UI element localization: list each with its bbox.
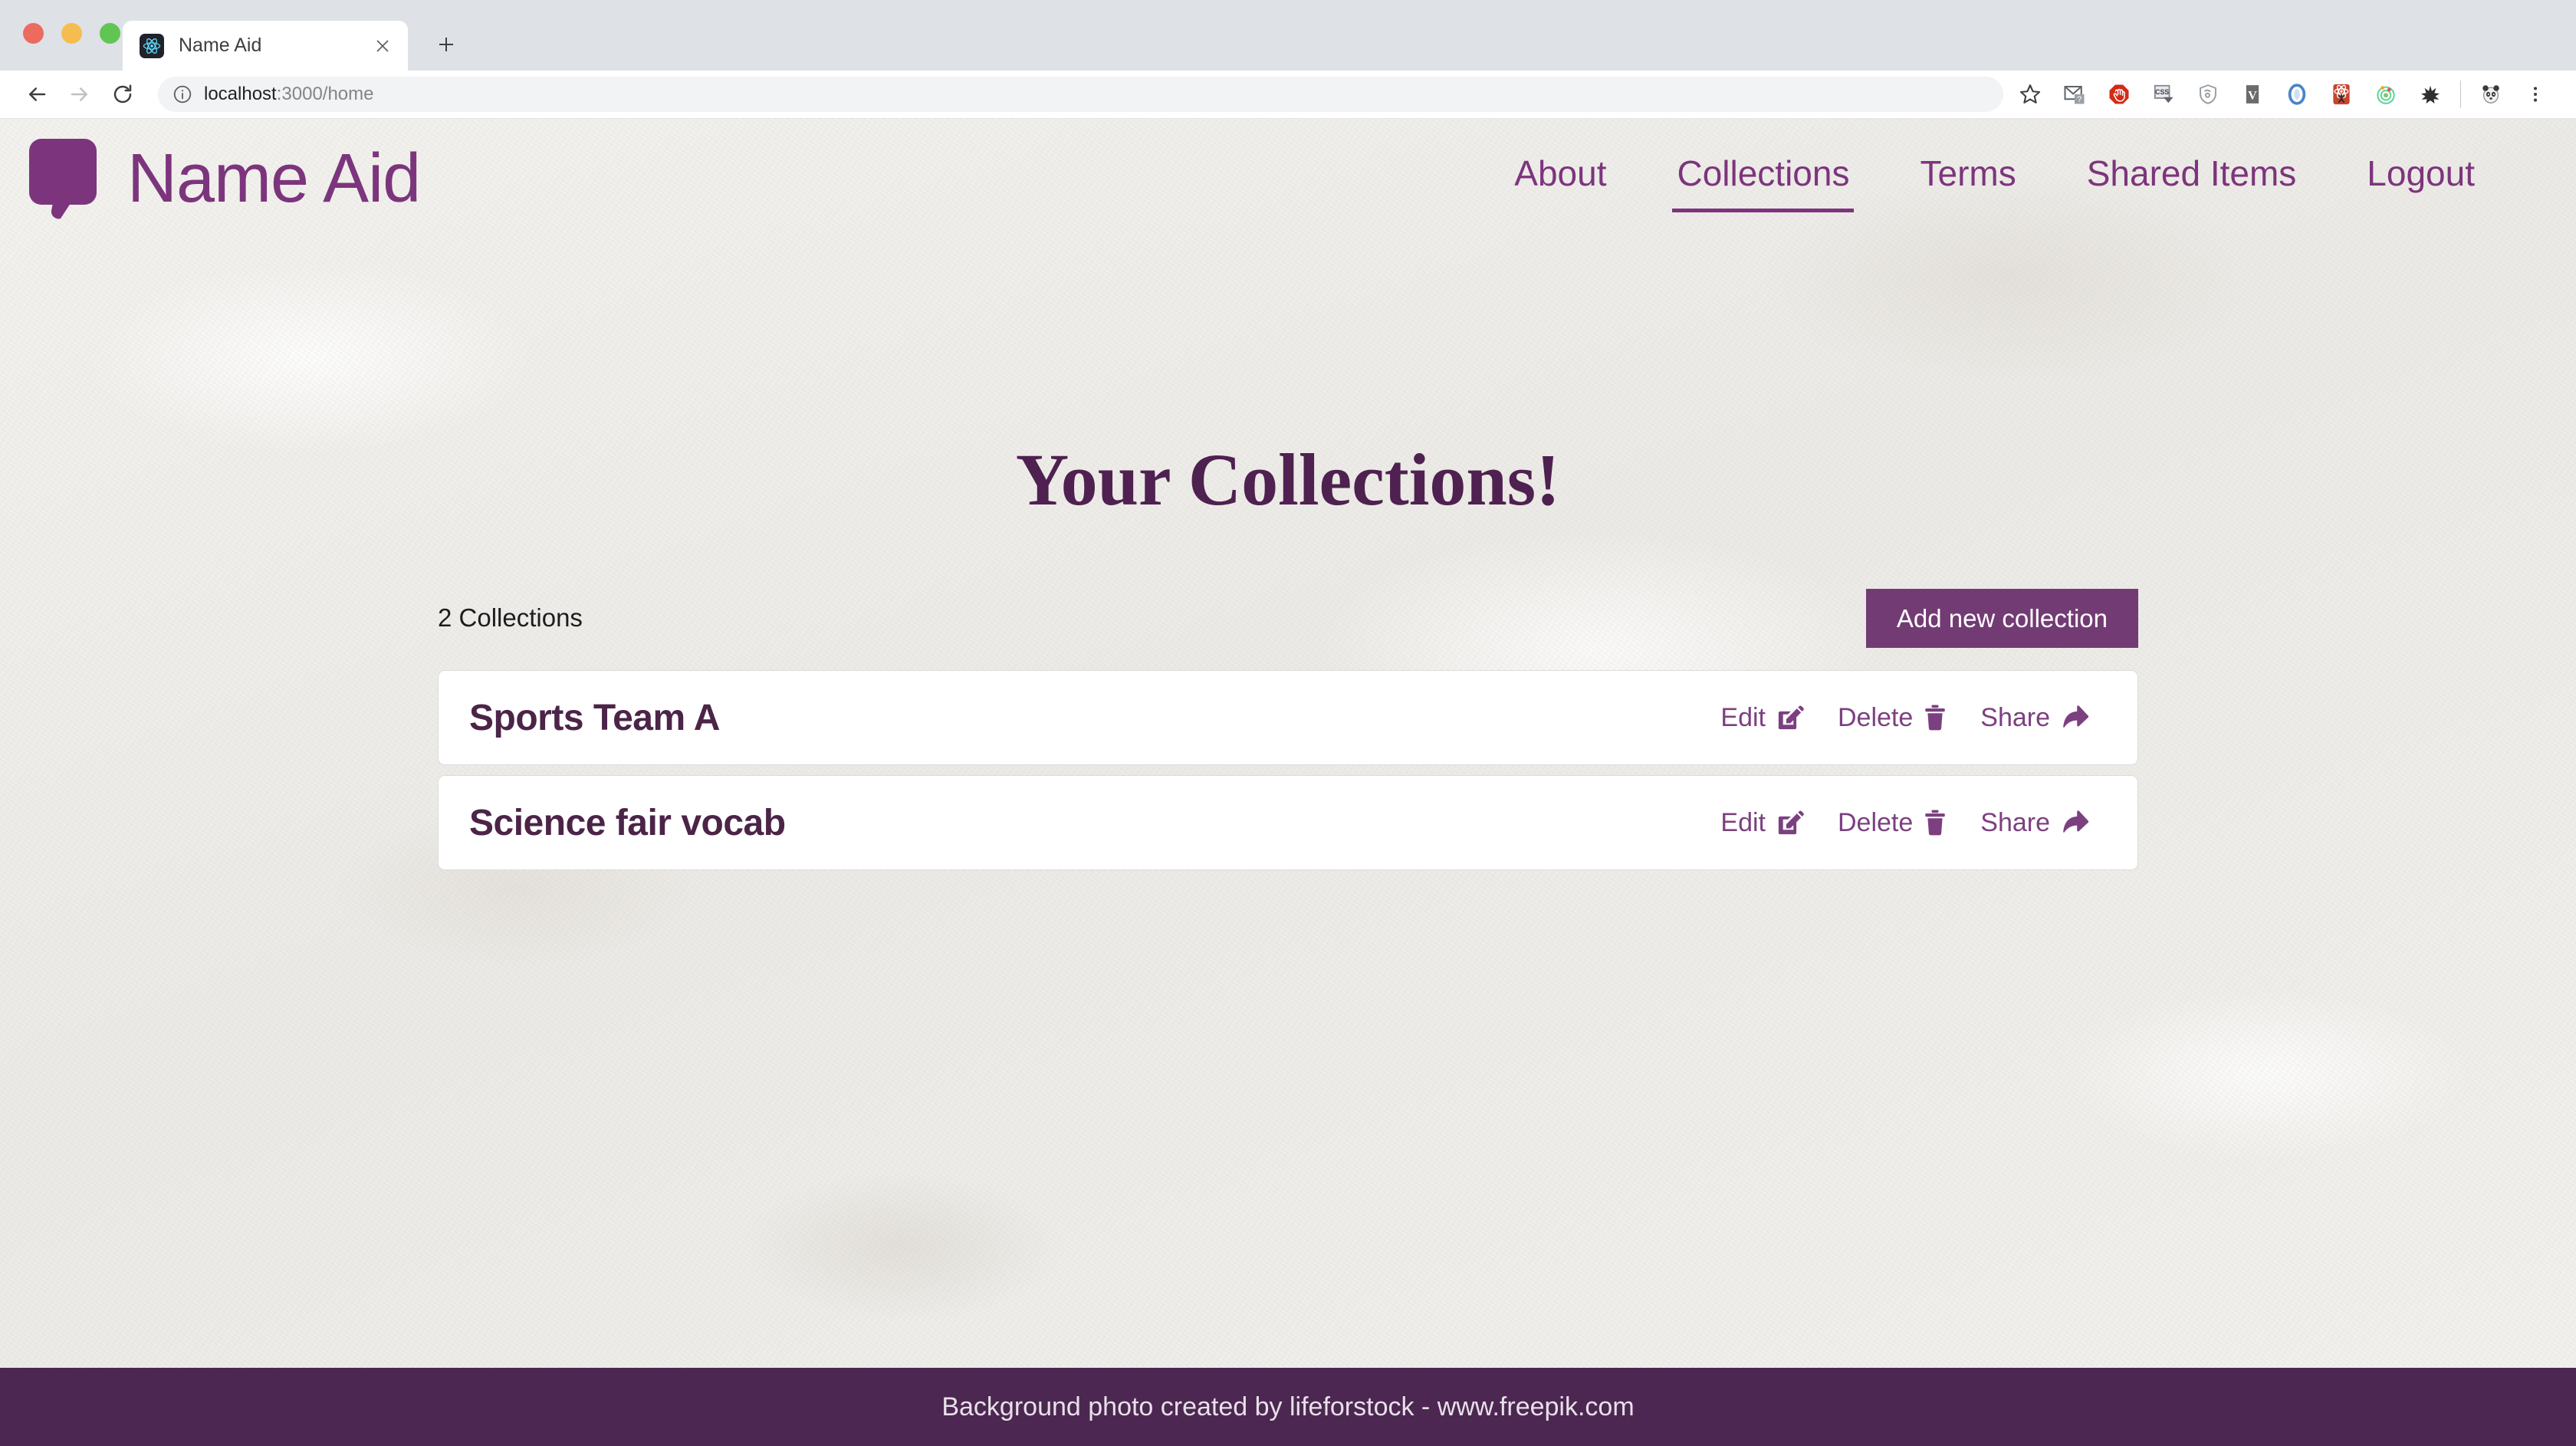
close-window-button[interactable] xyxy=(23,23,44,44)
share-label: Share xyxy=(1980,808,2050,838)
new-tab-button[interactable] xyxy=(429,28,463,61)
window-controls xyxy=(23,23,120,44)
browser-tab[interactable]: Name Aid xyxy=(123,21,408,71)
collection-row[interactable]: Science fair vocab Edit xyxy=(438,775,2138,870)
nav-item-logout[interactable]: Logout xyxy=(2331,145,2510,212)
react-logo-icon xyxy=(140,34,164,58)
share-arrow-icon xyxy=(2061,810,2090,836)
nav-item-collections[interactable]: Collections xyxy=(1641,145,1884,212)
collection-row[interactable]: Sports Team A Edit xyxy=(438,670,2138,765)
nav-item-about[interactable]: About xyxy=(1479,145,1641,212)
collection-count-label: 2 Collections xyxy=(438,603,583,633)
tab-title: Name Aid xyxy=(179,35,370,57)
toolbar-divider xyxy=(2460,81,2461,108)
footer-credit-text: Background photo created by lifeforstock… xyxy=(941,1392,1634,1422)
forward-arrow-icon[interactable] xyxy=(58,73,101,116)
panda-icon[interactable] xyxy=(2469,72,2513,117)
edit-button[interactable]: Edit xyxy=(1704,695,1821,741)
close-tab-button[interactable] xyxy=(370,33,396,59)
delete-label: Delete xyxy=(1838,703,1913,733)
share-arrow-icon xyxy=(2061,705,2090,731)
add-new-collection-button[interactable]: Add new collection xyxy=(1866,589,2138,648)
maximize-window-button[interactable] xyxy=(100,23,120,44)
page-title: Your Collections! xyxy=(0,443,2576,517)
reload-icon[interactable] xyxy=(101,73,144,116)
edit-pencil-icon xyxy=(1776,809,1804,836)
dark-burst-icon[interactable] xyxy=(2408,72,2453,117)
site-nav: About Collections Terms Shared Items Log… xyxy=(1479,145,2510,212)
trash-icon xyxy=(1924,704,1947,731)
delete-label: Delete xyxy=(1838,808,1913,838)
nav-item-shared-items[interactable]: Shared Items xyxy=(2052,145,2332,212)
react-devtools-icon[interactable] xyxy=(2319,72,2364,117)
collections-panel: 2 Collections Add new collection Sports … xyxy=(438,583,2138,870)
url-text: localhost:3000/home xyxy=(204,84,374,105)
extension-icons: ? CSS xyxy=(2008,72,2558,117)
row-actions: Edit Delete xyxy=(1704,695,2107,741)
collection-name: Science fair vocab xyxy=(469,802,786,844)
browser-chrome: Name Aid xyxy=(0,0,2576,119)
brand[interactable]: Name Aid xyxy=(28,137,420,220)
delete-button[interactable]: Delete xyxy=(1821,695,1963,741)
edit-label: Edit xyxy=(1720,703,1766,733)
browser-toolbar: localhost:3000/home ? xyxy=(0,71,2576,119)
css-viewer-icon[interactable]: CSS xyxy=(2141,72,2186,117)
collections-toolbar: 2 Collections Add new collection xyxy=(438,583,2138,653)
row-actions: Edit Delete xyxy=(1704,800,2107,846)
delete-button[interactable]: Delete xyxy=(1821,800,1963,846)
share-button[interactable]: Share xyxy=(1963,695,2107,741)
gmail-checker-icon[interactable]: ? xyxy=(2052,72,2097,117)
svg-text:V: V xyxy=(2248,88,2257,102)
collection-list: Sports Team A Edit xyxy=(438,670,2138,870)
tab-strip: Name Aid xyxy=(0,0,2576,71)
edit-button[interactable]: Edit xyxy=(1704,800,1821,846)
collection-name: Sports Team A xyxy=(469,697,720,739)
bookmark-star-icon[interactable] xyxy=(2008,72,2052,117)
edit-pencil-icon xyxy=(1776,704,1804,731)
blue-ring-icon[interactable] xyxy=(2275,72,2319,117)
share-button[interactable]: Share xyxy=(1963,800,2107,846)
speech-bubble-logo-icon xyxy=(28,137,103,220)
brand-name: Name Aid xyxy=(127,144,420,213)
svg-text:CSS: CSS xyxy=(2155,88,2169,96)
address-bar[interactable]: localhost:3000/home xyxy=(158,77,2003,112)
share-label: Share xyxy=(1980,703,2050,733)
adblock-icon[interactable] xyxy=(2097,72,2141,117)
green-target-icon[interactable] xyxy=(2364,72,2408,117)
back-arrow-icon[interactable] xyxy=(15,73,58,116)
url-host: localhost xyxy=(204,84,277,104)
main-content: Your Collections! 2 Collections Add new … xyxy=(0,443,2576,870)
three-dot-menu-icon[interactable] xyxy=(2513,72,2558,117)
site-footer: Background photo created by lifeforstock… xyxy=(0,1368,2576,1446)
site-header: Name Aid About Collections Terms Shared … xyxy=(0,119,2576,238)
trash-icon xyxy=(1924,809,1947,836)
edit-label: Edit xyxy=(1720,808,1766,838)
svg-text:?: ? xyxy=(2077,95,2082,104)
url-path: :3000/home xyxy=(277,84,374,104)
vimeo-v-icon[interactable]: V xyxy=(2230,72,2275,117)
minimize-window-button[interactable] xyxy=(61,23,82,44)
shield-privacy-icon[interactable] xyxy=(2186,72,2230,117)
page-body: Name Aid About Collections Terms Shared … xyxy=(0,119,2576,1446)
nav-item-terms[interactable]: Terms xyxy=(1884,145,2051,212)
info-icon[interactable] xyxy=(172,84,193,105)
